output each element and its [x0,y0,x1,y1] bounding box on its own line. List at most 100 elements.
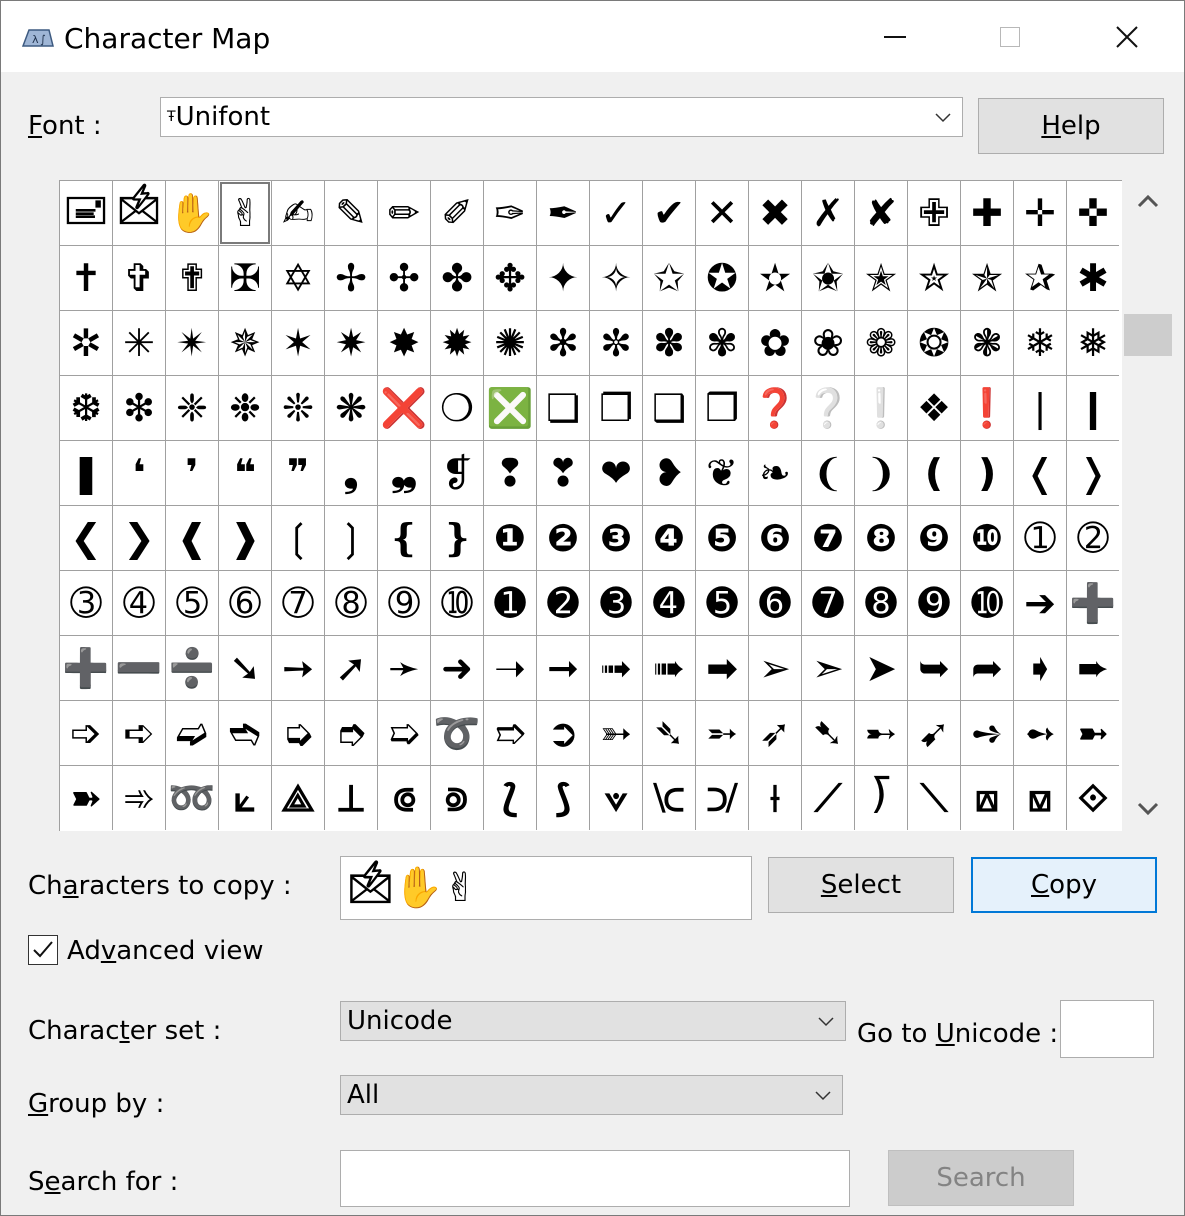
maximize-button[interactable] [955,1,1065,72]
character-cell[interactable]: ➬ [219,701,271,765]
character-cell[interactable]: ✬ [802,246,854,310]
character-set-select[interactable]: Unicode [340,1001,846,1041]
character-cell[interactable]: ❈ [166,376,218,440]
character-cell[interactable]: ➋ [537,571,589,635]
character-cell[interactable]: ➓ [961,571,1013,635]
character-cell[interactable]: ✍ [272,181,324,245]
character-cell[interactable]: ➂ [60,571,112,635]
advanced-view-label[interactable]: Advanced view [67,935,264,967]
character-cell[interactable]: ➕ [1067,571,1119,635]
character-cell[interactable]: ❦ [696,441,748,505]
character-cell[interactable]: ➱ [484,701,536,765]
character-cell[interactable]: ❠ [378,441,430,505]
character-cell[interactable]: ➫ [166,701,218,765]
character-cell[interactable]: ✔ [643,181,695,245]
character-cell[interactable]: ➷ [802,701,854,765]
character-cell[interactable]: ➐ [802,571,854,635]
character-cell[interactable]: ❗ [961,376,1013,440]
character-cell[interactable]: ➢ [749,636,801,700]
advanced-view-checkbox[interactable] [28,935,58,965]
character-cell[interactable]: ❡ [431,441,483,505]
character-cell[interactable]: ✶ [272,311,324,375]
character-cell[interactable]: ❀ [802,311,854,375]
characters-to-copy-input[interactable]: 🖄✋✌ [340,856,752,920]
character-cell[interactable]: ❒ [696,376,748,440]
character-cell[interactable]: ❕ [855,376,907,440]
character-cell[interactable]: ❹ [643,506,695,570]
character-cell[interactable]: ➶ [749,701,801,765]
character-cell[interactable]: ❖ [908,376,960,440]
character-cell[interactable]: ❺ [696,506,748,570]
character-cell[interactable]: ❙ [1067,376,1119,440]
character-cell[interactable]: ❵ [431,506,483,570]
character-cell[interactable]: ✩ [643,246,695,310]
character-cell[interactable]: ⟇ [590,766,642,830]
character-cell[interactable]: ➀ [1014,506,1066,570]
character-cell[interactable]: ✸ [378,311,430,375]
character-cell[interactable]: ➙ [272,636,324,700]
character-grid[interactable]: 🖃 🖄 ✋ ✌ ✍ ✎ ✏ ✐ ✑ ✒ ✓ ✔ ✕ ✖ ✗ ✘ ✙ ✚ ✛ ✜ ✝ ✞ ✟ ✠ ✡ ✢ ✣ ✤ ✥ ✦ ✧ ✩ ✪ ✫ ✬ ✭ ✮ ✯ ✰ ✱… [59,180,1122,831]
character-cell[interactable]: ➌ [590,571,642,635]
character-cell[interactable]: ❲ [272,506,324,570]
character-cell[interactable]: ❽ [855,506,907,570]
character-cell[interactable]: ✤ [431,246,483,310]
character-cell[interactable]: ❥ [643,441,695,505]
character-cell[interactable]: ❨ [802,441,854,505]
character-cell[interactable]: ✣ [378,246,430,310]
character-cell[interactable]: ✰ [1014,246,1066,310]
character-cell[interactable]: ❛ [113,441,165,505]
character-cell[interactable]: ❅ [1067,311,1119,375]
character-cell[interactable]: ✭ [855,246,907,310]
character-cell[interactable]: ⟏ [1014,766,1066,830]
select-button[interactable]: Select [768,857,954,913]
character-cell[interactable]: ✿ [749,311,801,375]
character-cell[interactable]: ❎ [484,376,536,440]
character-cell[interactable]: ✖ [749,181,801,245]
character-cell[interactable]: ❍ [431,376,483,440]
character-cell[interactable]: ❆ [60,376,112,440]
character-cell[interactable]: ✫ [749,246,801,310]
character-cell[interactable]: ➠ [643,636,695,700]
character-cell[interactable]: ✥ [484,246,536,310]
character-cell[interactable]: ⟉ [696,766,748,830]
character-cell[interactable]: ⟎ [961,766,1013,830]
character-cell[interactable]: ➪ [113,701,165,765]
character-cell[interactable]: ❉ [219,376,271,440]
character-cell[interactable]: ➨ [1067,636,1119,700]
character-cell[interactable]: ➒ [908,571,960,635]
character-cell[interactable]: ✼ [590,311,642,375]
character-cell[interactable]: ➸ [855,701,907,765]
character-cell[interactable]: ❑ [643,376,695,440]
character-cell[interactable]: ✾ [696,311,748,375]
character-cell[interactable]: ❔ [802,376,854,440]
search-button[interactable]: Search [888,1150,1074,1206]
character-cell[interactable]: ➯ [378,701,430,765]
character-cell[interactable]: ❫ [961,441,1013,505]
character-cell[interactable]: ✟ [166,246,218,310]
character-cell[interactable]: ➿ [166,766,218,830]
character-cell[interactable]: ➁ [1067,506,1119,570]
character-cell[interactable]: 🖃 [60,181,112,245]
character-cell[interactable]: ⟀ [219,766,271,830]
character-cell[interactable]: ✝ [60,246,112,310]
group-by-select[interactable]: All [340,1075,843,1115]
character-cell[interactable]: ⟆ [537,766,589,830]
grid-scrollbar[interactable] [1122,180,1174,830]
character-cell[interactable]: ➈ [378,571,430,635]
character-cell[interactable]: ➄ [166,571,218,635]
character-cell[interactable]: ✦ [537,246,589,310]
character-cell[interactable]: ❐ [590,376,642,440]
character-cell[interactable]: ➥ [908,636,960,700]
character-cell[interactable]: ❏ [537,376,589,440]
character-cell[interactable]: ❄ [1014,311,1066,375]
character-cell[interactable]: ➼ [1067,701,1119,765]
character-cell[interactable]: 🖄 [113,181,165,245]
character-cell[interactable]: ✵ [219,311,271,375]
character-cell[interactable]: ⟍ [908,766,960,830]
character-cell[interactable]: ⟅ [484,766,536,830]
character-cell[interactable]: ❜ [166,441,218,505]
character-cell[interactable]: ➧ [1014,636,1066,700]
character-cell[interactable]: ➴ [643,701,695,765]
character-cell[interactable]: ➛ [378,636,430,700]
character-cell[interactable]: ✘ [855,181,907,245]
